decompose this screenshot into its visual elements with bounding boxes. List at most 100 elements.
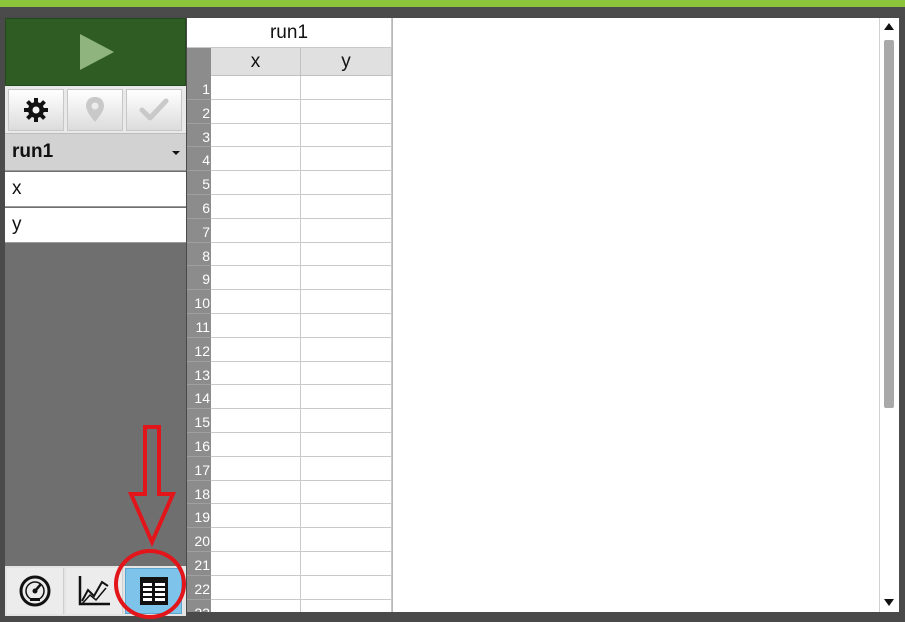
graph-icon (78, 576, 110, 606)
cell-x[interactable] (211, 409, 301, 433)
settings-button[interactable] (8, 88, 64, 131)
cell-y[interactable] (301, 242, 392, 267)
row-number: 3 (187, 123, 211, 148)
play-icon (79, 34, 114, 70)
table-row: 14 (187, 385, 392, 410)
start-collection-button[interactable] (5, 18, 186, 86)
red-circle-annotation (114, 549, 186, 619)
scroll-up-icon[interactable] (884, 23, 894, 30)
row-number: 12 (187, 337, 211, 362)
cell-y[interactable] (301, 432, 392, 457)
cell-x[interactable] (211, 456, 301, 481)
table-row: 5 (187, 171, 392, 195)
dataset-selector-label: run1 (12, 141, 54, 162)
cell-y[interactable] (301, 551, 392, 576)
table-row: 2 (187, 99, 392, 124)
cell-y[interactable] (301, 480, 392, 505)
table-row: 7 (187, 218, 392, 243)
table-row: 6 (187, 194, 392, 219)
cell-y[interactable] (301, 123, 392, 148)
row-number: 5 (187, 171, 211, 195)
keep-button[interactable] (126, 88, 182, 131)
cell-x[interactable] (211, 147, 301, 172)
row-number: 6 (187, 194, 211, 219)
cell-y[interactable] (301, 99, 392, 124)
meter-view-button[interactable] (7, 568, 64, 614)
row-number: 18 (187, 480, 211, 505)
cell-y[interactable] (301, 313, 392, 338)
table-row: 20 (187, 528, 392, 552)
red-arrow-annotation (128, 425, 176, 547)
cell-x[interactable] (211, 337, 301, 362)
table-divider (392, 18, 393, 612)
cell-y[interactable] (301, 361, 392, 386)
cell-x[interactable] (211, 575, 301, 600)
cell-y[interactable] (301, 290, 392, 314)
cell-x[interactable] (211, 242, 301, 267)
cell-y[interactable] (301, 385, 392, 410)
cell-y[interactable] (301, 409, 392, 433)
cell-y[interactable] (301, 266, 392, 291)
cell-y[interactable] (301, 528, 392, 552)
cell-x[interactable] (211, 171, 301, 195)
cell-x[interactable] (211, 504, 301, 529)
row-number: 9 (187, 266, 211, 291)
dataset-selector[interactable]: run1 (5, 134, 186, 171)
table-row: 22 (187, 575, 392, 600)
table-row: 3 (187, 123, 392, 148)
table-row: 1 (187, 76, 392, 100)
cell-x[interactable] (211, 76, 301, 100)
row-number: 2 (187, 99, 211, 124)
cell-y[interactable] (301, 575, 392, 600)
cell-x[interactable] (211, 480, 301, 505)
row-number: 21 (187, 551, 211, 576)
row-number: 10 (187, 290, 211, 314)
top-accent-strip (0, 0, 905, 7)
table-row: 18 (187, 480, 392, 505)
cell-y[interactable] (301, 504, 392, 529)
cell-y[interactable] (301, 456, 392, 481)
row-number: 1 (187, 76, 211, 100)
table-row: 10 (187, 290, 392, 314)
cell-x[interactable] (211, 99, 301, 124)
cell-x[interactable] (211, 313, 301, 338)
column-header-y[interactable]: y (301, 48, 392, 76)
cell-x[interactable] (211, 385, 301, 410)
cell-y[interactable] (301, 599, 392, 612)
row-number: 7 (187, 218, 211, 243)
cell-x[interactable] (211, 123, 301, 148)
cell-x[interactable] (211, 266, 301, 291)
vertical-scrollbar[interactable] (879, 18, 899, 612)
gear-icon (24, 97, 48, 122)
column-list-item-y[interactable]: y (5, 208, 186, 243)
cell-y[interactable] (301, 147, 392, 172)
scrollbar-thumb[interactable] (884, 40, 894, 408)
cell-y[interactable] (301, 76, 392, 100)
cell-x[interactable] (211, 218, 301, 243)
cell-y[interactable] (301, 194, 392, 219)
dataset-header: run1 (187, 18, 392, 48)
column-header-x[interactable]: x (211, 48, 301, 76)
row-number: 19 (187, 504, 211, 529)
row-number: 8 (187, 242, 211, 267)
column-list-item-x[interactable]: x (5, 172, 186, 207)
cell-x[interactable] (211, 290, 301, 314)
table-row: 21 (187, 551, 392, 576)
cell-x[interactable] (211, 194, 301, 219)
pin-icon (86, 96, 104, 122)
table-row: 15 (187, 409, 392, 433)
table-row: 17 (187, 456, 392, 481)
cell-x[interactable] (211, 599, 301, 612)
cell-x[interactable] (211, 361, 301, 386)
mark-button[interactable] (67, 88, 123, 131)
table-row: 23 (187, 599, 392, 612)
table-row: 8 (187, 242, 392, 267)
cell-y[interactable] (301, 337, 392, 362)
cell-x[interactable] (211, 528, 301, 552)
scroll-down-icon[interactable] (884, 599, 894, 606)
cell-y[interactable] (301, 171, 392, 195)
cell-x[interactable] (211, 432, 301, 457)
data-table: run1 x y 1 2 3 4 5 6 7 8 9 10 11 12 13 14 15 16 17 18 19 20… (187, 18, 879, 612)
cell-y[interactable] (301, 218, 392, 243)
cell-x[interactable] (211, 551, 301, 576)
